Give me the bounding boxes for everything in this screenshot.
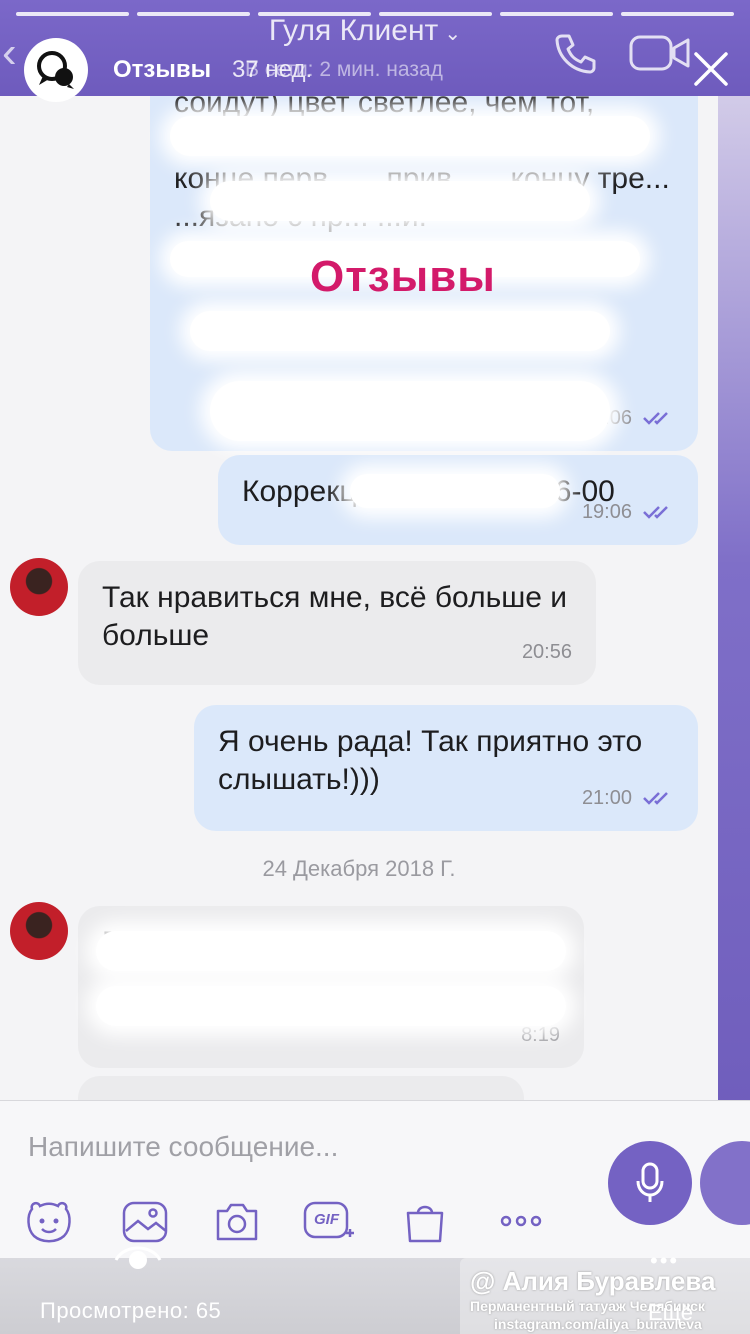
- redaction-scribble: [210, 381, 610, 441]
- video-call-icon[interactable]: [628, 32, 692, 74]
- message-time: 19:06: [581, 501, 632, 523]
- eye-icon[interactable]: [112, 1236, 164, 1276]
- contact-avatar[interactable]: [10, 558, 68, 616]
- more-options-label[interactable]: Ещё: [648, 1300, 693, 1326]
- redaction-scribble: [170, 116, 650, 156]
- background-strip: [718, 96, 750, 1266]
- date-separator: 24 Декабря 2018 Г.: [262, 856, 456, 881]
- story-account-name[interactable]: Отзывы: [113, 56, 211, 84]
- message-incoming[interactable]: Так нравиться мне, всё больше и больше 2…: [78, 561, 596, 685]
- redaction-scribble: [190, 311, 610, 351]
- contact-name-text: Гуля Клиент: [268, 14, 439, 47]
- gif-icon[interactable]: GIF: [302, 1199, 356, 1245]
- message-meta: 20:56: [522, 633, 572, 671]
- voice-message-button[interactable]: [608, 1141, 692, 1225]
- gif-label: GIF: [314, 1211, 339, 1228]
- close-icon[interactable]: [688, 46, 734, 92]
- message-incoming[interactable]: [78, 1076, 524, 1100]
- read-ticks-icon: [643, 412, 668, 425]
- progress-segment: [500, 12, 613, 16]
- chat-bubbles-logo-icon: [37, 51, 74, 89]
- read-ticks-icon: [643, 792, 668, 805]
- redaction-scribble: [96, 931, 566, 971]
- story-progress-bar: [16, 12, 734, 16]
- progress-segment: [137, 12, 250, 16]
- views-count[interactable]: Просмотрено: 65: [40, 1298, 221, 1324]
- read-ticks-icon: [643, 506, 668, 519]
- message-time: 20:56: [521, 641, 572, 663]
- progress-segment: [379, 12, 492, 16]
- story-account-avatar[interactable]: [24, 38, 88, 102]
- story-posted-time: 37 нед.: [232, 56, 313, 83]
- contact-name[interactable]: Гуля Клиент ⌄: [0, 14, 730, 48]
- progress-segment: [258, 12, 371, 16]
- microphone-icon: [636, 1162, 664, 1202]
- watermark: @ Алия Буравлева Перманентный татуаж Чел…: [460, 1258, 750, 1334]
- story-viewer: ‹ Гуля Клиент ⌄ В сети: 2 мин. назад Отзы…: [0, 0, 750, 1334]
- redaction-scribble: [350, 474, 560, 508]
- contact-avatar[interactable]: [10, 902, 68, 960]
- reviews-stamp-label: Отзывы: [310, 252, 496, 301]
- camera-icon[interactable]: [212, 1199, 262, 1245]
- progress-segment: [621, 12, 734, 16]
- sticker-icon[interactable]: [24, 1199, 74, 1245]
- message-outgoing[interactable]: Я очень рада! Так приятно это слышать!))…: [194, 705, 698, 831]
- secondary-action-button[interactable]: [700, 1141, 750, 1225]
- chat-message-list[interactable]: сойдут) цвет светлее, чем тот, кото... .…: [0, 96, 718, 1100]
- more-options-icon[interactable]: •••: [650, 1248, 679, 1274]
- phone-icon[interactable]: [552, 30, 598, 76]
- chevron-down-icon: ⌄: [444, 23, 462, 45]
- more-icon[interactable]: [496, 1199, 546, 1245]
- redaction-scribble: [210, 181, 590, 221]
- message-meta: 21:00: [582, 779, 674, 817]
- shopping-bag-icon[interactable]: [400, 1199, 450, 1245]
- message-text: Так нравиться мне, всё больше и больше: [102, 581, 568, 652]
- message-input[interactable]: [28, 1127, 588, 1167]
- progress-segment: [16, 12, 129, 16]
- message-meta: 19:06: [582, 493, 674, 531]
- redaction-scribble: [96, 986, 566, 1026]
- message-time: 21:00: [581, 787, 632, 809]
